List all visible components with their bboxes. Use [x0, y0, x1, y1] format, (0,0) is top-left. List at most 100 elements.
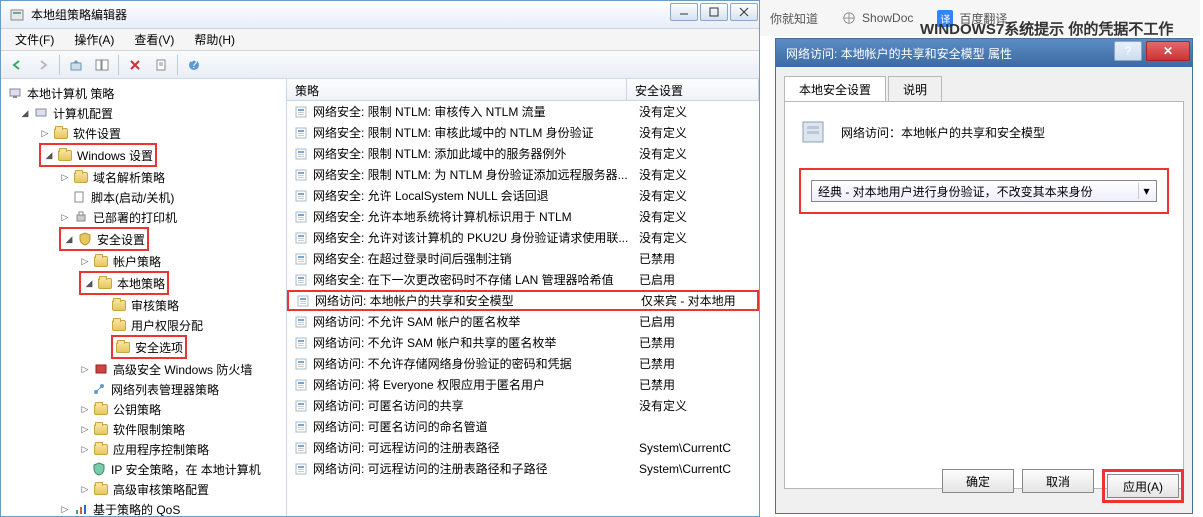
chevron-down-icon: ▾	[1138, 183, 1154, 199]
close-button[interactable]	[730, 3, 758, 21]
tree-qos[interactable]: ▷基于策略的 QoS	[1, 499, 286, 516]
tree-label: 本地策略	[117, 275, 165, 292]
policy-row[interactable]: 网络访问: 可远程访问的注册表路径System\CurrentC	[287, 437, 759, 458]
tabs: 本地安全设置 说明	[776, 67, 1192, 101]
policy-row[interactable]: 网络访问: 不允许存储网络身份验证的密码和凭据已禁用	[287, 353, 759, 374]
apply-button[interactable]: 应用(A)	[1107, 474, 1179, 498]
tree-account-policy[interactable]: ▷帐户策略	[1, 251, 286, 271]
tree-public-key[interactable]: ▷公钥策略	[1, 399, 286, 419]
menubar: 文件(F) 操作(A) 查看(V) 帮助(H)	[1, 29, 759, 51]
policy-row[interactable]: 网络安全: 限制 NTLM: 为 NTLM 身份验证添加远程服务器...没有定义	[287, 164, 759, 185]
minimize-button[interactable]	[670, 3, 698, 21]
policy-name: 网络访问: 将 Everyone 权限应用于匿名用户	[313, 376, 639, 393]
policy-icon	[293, 419, 309, 435]
tree-user-rights[interactable]: 用户权限分配	[1, 315, 286, 335]
policy-setting: 已禁用	[639, 376, 759, 393]
policy-setting: 没有定义	[639, 145, 759, 162]
menu-view[interactable]: 查看(V)	[126, 29, 182, 50]
tree-software-settings[interactable]: ▷软件设置	[1, 123, 286, 143]
properties-button[interactable]	[149, 54, 173, 76]
cancel-button[interactable]: 取消	[1022, 469, 1094, 493]
policy-icon	[293, 440, 309, 456]
globe-icon	[842, 11, 856, 25]
tree-label: 脚本(启动/关机)	[91, 189, 174, 206]
tree-network-list[interactable]: 网络列表管理器策略	[1, 379, 286, 399]
collapse-icon[interactable]: ◢	[83, 277, 95, 289]
policy-name: 网络安全: 限制 NTLM: 审核此域中的 NTLM 身份验证	[313, 124, 639, 141]
menu-help[interactable]: 帮助(H)	[186, 29, 243, 50]
policy-row[interactable]: 网络访问: 可匿名访问的共享没有定义	[287, 395, 759, 416]
model-select[interactable]: 经典 - 对本地用户进行身份验证，不改变其本来身份 ▾	[811, 180, 1157, 202]
collapse-icon[interactable]: ◢	[19, 107, 31, 119]
tree-app-control[interactable]: ▷应用程序控制策略	[1, 439, 286, 459]
tree-software-restrict[interactable]: ▷软件限制策略	[1, 419, 286, 439]
policy-row[interactable]: 网络安全: 允许对该计算机的 PKU2U 身份验证请求使用联...没有定义	[287, 227, 759, 248]
policy-name: 网络安全: 限制 NTLM: 添加此域中的服务器例外	[313, 145, 639, 162]
tree-audit-config[interactable]: ▷高级审核策略配置	[1, 479, 286, 499]
maximize-button[interactable]	[700, 3, 728, 21]
policy-icon	[293, 230, 309, 246]
policy-row[interactable]: 网络安全: 限制 NTLM: 添加此域中的服务器例外没有定义	[287, 143, 759, 164]
policy-row[interactable]: 网络访问: 不允许 SAM 帐户的匿名枚举已启用	[287, 311, 759, 332]
policy-name: 网络访问: 可匿名访问的命名管道	[313, 418, 639, 435]
policy-row[interactable]: 网络安全: 允许 LocalSystem NULL 会话回退没有定义	[287, 185, 759, 206]
tree-scripts[interactable]: 脚本(启动/关机)	[1, 187, 286, 207]
policy-row[interactable]: 网络访问: 本地帐户的共享和安全模型仅来宾 - 对本地用	[287, 290, 759, 311]
policy-row[interactable]: 网络安全: 限制 NTLM: 审核传入 NTLM 流量没有定义	[287, 101, 759, 122]
highlight-box-local-policy: ◢ 本地策略	[79, 271, 169, 295]
delete-button[interactable]	[123, 54, 147, 76]
up-button[interactable]	[64, 54, 88, 76]
expand-icon[interactable]: ▷	[39, 127, 51, 139]
back-button[interactable]	[5, 54, 29, 76]
tree-audit-policy[interactable]: 审核策略	[1, 295, 286, 315]
tree-security-settings[interactable]: ◢安全设置	[63, 229, 145, 249]
tab-local-security[interactable]: 本地安全设置	[784, 76, 886, 102]
highlight-box-apply: 应用(A)	[1102, 469, 1184, 503]
tree-security-options[interactable]: 安全选项	[115, 337, 183, 357]
policy-name: 网络访问: 可远程访问的注册表路径	[313, 439, 639, 456]
tree-printers[interactable]: ▷已部署的打印机	[1, 207, 286, 227]
page-headline: WINDOWS7系统提示 你的凭据不工作	[920, 18, 1173, 39]
props-titlebar[interactable]: 网络访问: 本地帐户的共享和安全模型 属性 ? ✕	[776, 39, 1192, 67]
tree-computer-config[interactable]: ◢计算机配置	[1, 103, 286, 123]
collapse-icon[interactable]: ◢	[43, 149, 55, 161]
policy-icon	[293, 125, 309, 141]
dialog-close-button[interactable]: ✕	[1146, 41, 1190, 61]
svg-text:?: ?	[191, 58, 198, 71]
column-header-policy[interactable]: 策略	[287, 79, 627, 100]
policy-list[interactable]: 策略 安全设置 网络安全: 限制 NTLM: 审核传入 NTLM 流量没有定义网…	[287, 79, 759, 516]
folder-icon	[94, 424, 108, 435]
tree-firewall[interactable]: ▷高级安全 Windows 防火墙	[1, 359, 286, 379]
browser-tab-2[interactable]: ShowDoc	[842, 11, 913, 25]
policy-row[interactable]: 网络安全: 限制 NTLM: 审核此域中的 NTLM 身份验证没有定义	[287, 122, 759, 143]
help-button[interactable]: ?	[182, 54, 206, 76]
tab-explain[interactable]: 说明	[888, 76, 942, 102]
tree-label: IP 安全策略，在 本地计算机	[111, 461, 261, 478]
show-hide-button[interactable]	[90, 54, 114, 76]
menu-action[interactable]: 操作(A)	[66, 29, 122, 50]
forward-button[interactable]	[31, 54, 55, 76]
tree-root[interactable]: 本地计算机 策略	[1, 83, 286, 103]
policy-row[interactable]: 网络安全: 允许本地系统将计算机标识用于 NTLM没有定义	[287, 206, 759, 227]
policy-name: 网络安全: 限制 NTLM: 为 NTLM 身份验证添加远程服务器...	[313, 166, 639, 183]
tree-name-resolution[interactable]: ▷域名解析策略	[1, 167, 286, 187]
policy-row[interactable]: 网络访问: 将 Everyone 权限应用于匿名用户已禁用	[287, 374, 759, 395]
policy-row[interactable]: 网络安全: 在下一次更改密码时不存储 LAN 管理器哈希值已启用	[287, 269, 759, 290]
policy-row[interactable]: 网络访问: 可匿名访问的命名管道	[287, 416, 759, 437]
ok-button[interactable]: 确定	[942, 469, 1014, 493]
titlebar[interactable]: 本地组策略编辑器	[1, 1, 759, 29]
dialog-help-button[interactable]: ?	[1114, 41, 1142, 61]
collapse-icon[interactable]: ◢	[63, 233, 75, 245]
menu-file[interactable]: 文件(F)	[7, 29, 62, 50]
policy-row[interactable]: 网络访问: 不允许 SAM 帐户和共享的匿名枚举已禁用	[287, 332, 759, 353]
tree-panel[interactable]: 本地计算机 策略 ◢计算机配置 ▷软件设置 ◢Windows 设置 ▷域名解析策…	[1, 79, 287, 516]
tree-ip-security[interactable]: IP 安全策略，在 本地计算机	[1, 459, 286, 479]
policy-row[interactable]: 网络安全: 在超过登录时间后强制注销已禁用	[287, 248, 759, 269]
browser-tab-1[interactable]: 你就知道	[770, 10, 818, 27]
tree-windows-settings[interactable]: ◢Windows 设置	[43, 145, 153, 165]
server-icon	[799, 116, 831, 148]
tree-local-policy[interactable]: ◢ 本地策略	[83, 273, 165, 293]
tree-label: 用户权限分配	[131, 317, 203, 334]
column-header-setting[interactable]: 安全设置	[627, 79, 759, 100]
policy-row[interactable]: 网络访问: 可远程访问的注册表路径和子路径System\CurrentC	[287, 458, 759, 479]
